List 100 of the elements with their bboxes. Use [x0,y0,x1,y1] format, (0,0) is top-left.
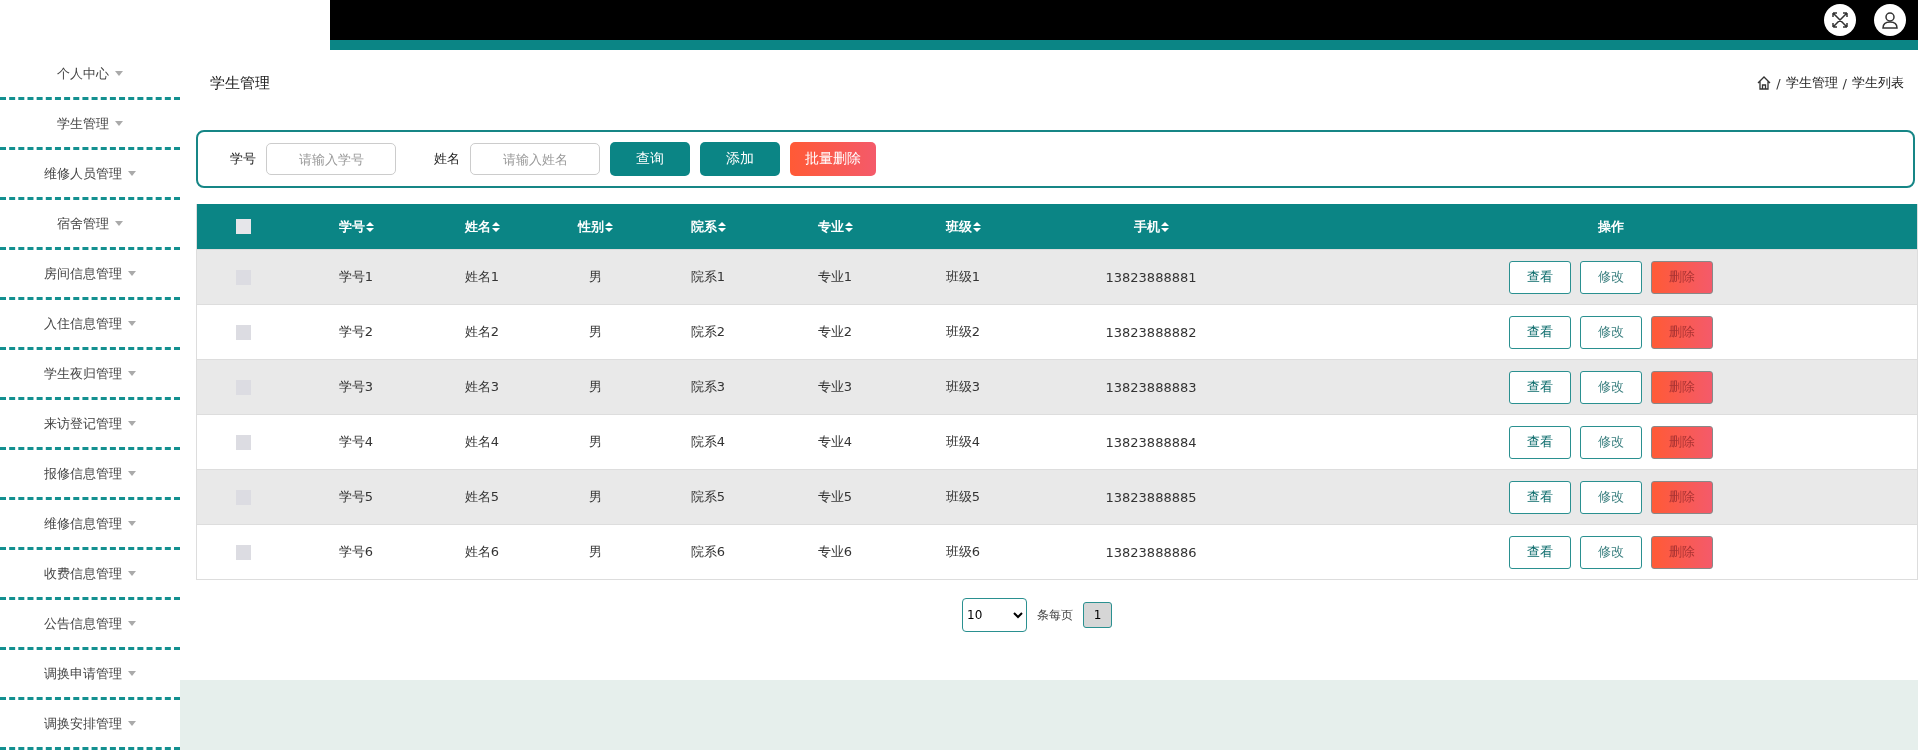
table-cell: 院系2 [690,323,726,341]
sort-icon[interactable] [844,221,853,232]
column-header[interactable]: 性别 [577,217,604,236]
row-checkbox[interactable] [235,544,251,560]
table-cell: 专业2 [817,323,853,341]
table-cell: 男 [588,543,602,561]
sort-icon[interactable] [604,221,613,232]
view-button[interactable]: 查看 [1509,535,1571,569]
edit-button[interactable]: 修改 [1580,535,1642,569]
table-cell: 学号3 [338,378,374,396]
table-cell: 姓名6 [464,543,500,561]
table-cell: 姓名5 [464,488,500,506]
page-size-select[interactable]: 10 [962,598,1027,632]
table-cell: 班级2 [945,323,981,341]
table-cell: 班级5 [945,488,981,506]
table-cell: 班级1 [945,268,981,286]
edit-button[interactable]: 修改 [1580,370,1642,404]
sidebar-item[interactable]: 来访登记管理 [0,400,180,450]
sidebar-item[interactable]: 报修信息管理 [0,450,180,500]
table-cell: 姓名3 [464,378,500,396]
user-icon[interactable] [1874,4,1906,36]
table-cell: 学号4 [338,433,374,451]
column-header: 操作 [1598,217,1624,236]
per-page-label: 条每页 [1037,606,1073,624]
field-label: 学号 [230,150,256,168]
caret-icon [128,371,136,376]
view-button[interactable]: 查看 [1509,370,1571,404]
sidebar-item[interactable]: 宿舍管理 [0,200,180,250]
view-button[interactable]: 查看 [1509,315,1571,349]
caret-icon [115,221,123,226]
row-checkbox[interactable] [235,324,251,340]
sidebar-item[interactable]: 维修人员管理 [0,150,180,200]
caret-icon [128,321,136,326]
sort-icon[interactable] [491,221,500,232]
table-cell: 班级3 [945,378,981,396]
view-button[interactable]: 查看 [1509,260,1571,294]
column-header[interactable]: 专业 [817,217,844,236]
table-cell: 男 [588,378,602,396]
sidebar-item[interactable]: 个人中心 [0,50,180,100]
edit-button[interactable]: 修改 [1580,315,1642,349]
sidebar-item[interactable]: 维修信息管理 [0,500,180,550]
table-cell: 院系1 [690,268,726,286]
sidebar-item[interactable]: 入住信息管理 [0,300,180,350]
column-header[interactable]: 学号 [338,217,365,236]
sidebar-item[interactable]: 学生管理 [0,100,180,150]
table-cell: 男 [588,323,602,341]
column-header[interactable]: 院系 [690,217,717,236]
caret-icon [115,121,123,126]
table-cell: 学号1 [338,268,374,286]
caret-icon [115,71,123,76]
breadcrumb-item: 学生列表 [1852,74,1904,92]
table-cell: 姓名2 [464,323,500,341]
input-field[interactable]: 请输入学号 [266,143,396,175]
table-cell: 专业1 [817,268,853,286]
table-cell: 男 [588,488,602,506]
edit-button[interactable]: 修改 [1580,425,1642,459]
table-cell: 学号6 [338,543,374,561]
sort-icon[interactable] [365,221,374,232]
table-cell: 13823888882 [1105,324,1197,340]
action-button[interactable]: 查询 [610,142,690,176]
table-cell: 院系5 [690,488,726,506]
table-cell: 院系3 [690,378,726,396]
sort-icon[interactable] [1160,221,1169,232]
field-label: 姓名 [434,150,460,168]
page-button[interactable]: 1 [1083,602,1112,628]
row-checkbox[interactable] [235,434,251,450]
breadcrumb-item[interactable]: 学生管理 [1785,74,1838,92]
caret-icon [128,621,136,626]
home-icon[interactable] [1757,76,1772,90]
sidebar-item[interactable]: 收费信息管理 [0,550,180,600]
table-cell: 男 [588,268,602,286]
view-button[interactable]: 查看 [1509,425,1571,459]
table-cell: 姓名1 [464,268,500,286]
caret-icon [128,671,136,676]
table-cell: 班级6 [945,543,981,561]
sidebar-item[interactable]: 公告信息管理 [0,600,180,650]
sort-icon[interactable] [972,221,981,232]
table-cell: 学号2 [338,323,374,341]
fullscreen-icon[interactable] [1824,4,1856,36]
table-cell: 专业4 [817,433,853,451]
column-header[interactable]: 姓名 [464,217,491,236]
caret-icon [128,521,136,526]
input-field[interactable]: 请输入姓名 [470,143,600,175]
table-cell: 13823888885 [1105,489,1197,505]
edit-button[interactable]: 修改 [1580,480,1642,514]
page-title: 学生管理 [210,73,270,93]
column-header[interactable]: 班级 [945,217,972,236]
table-cell: 13823888886 [1105,544,1197,560]
sidebar-item[interactable]: 房间信息管理 [0,250,180,300]
sort-icon[interactable] [717,221,726,232]
table-cell: 专业6 [817,543,853,561]
view-button[interactable]: 查看 [1509,480,1571,514]
edit-button[interactable]: 修改 [1580,260,1642,294]
select-all-checkbox[interactable] [235,219,251,234]
breadcrumb-separator: / [1776,75,1781,91]
table-cell: 男 [588,433,602,451]
table-cell: 学号5 [338,488,374,506]
sidebar-item[interactable]: 学生夜归管理 [0,350,180,400]
column-header[interactable]: 手机 [1133,217,1160,236]
action-button[interactable]: 添加 [700,142,780,176]
